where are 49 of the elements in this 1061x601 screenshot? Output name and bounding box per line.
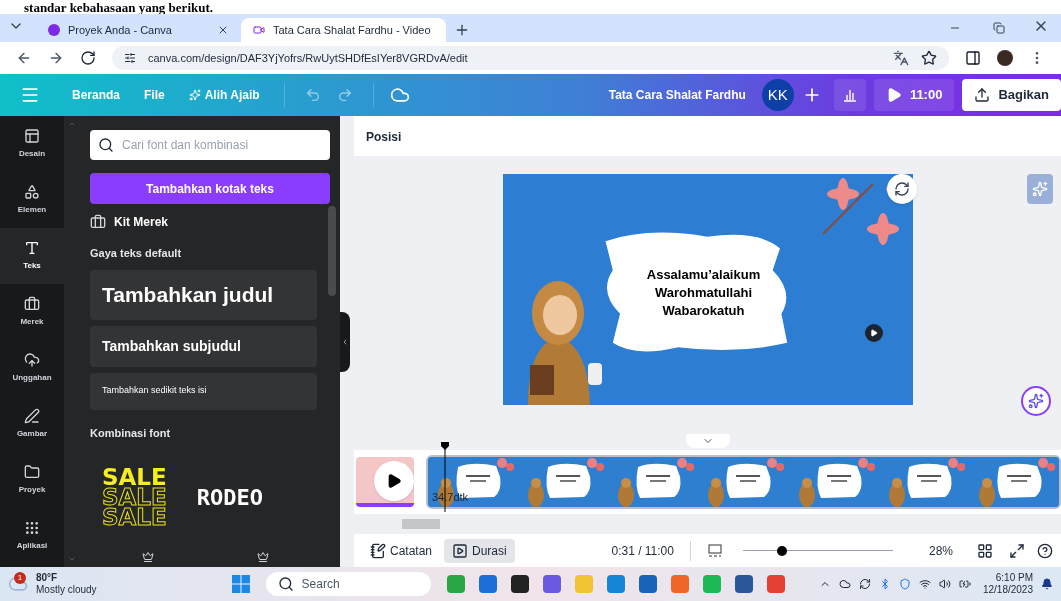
share-button[interactable]: Bagikan — [962, 79, 1061, 111]
slide-text[interactable]: Wabarokatuh — [662, 302, 745, 320]
sidebar-item[interactable]: Elemen — [0, 172, 64, 228]
text-style-option[interactable]: Tambahkan subjudul — [90, 325, 317, 367]
slide[interactable]: Assalamu’alaikum Warohmatullahi Wabarokatuh — [502, 174, 913, 405]
zoom-level: 28% — [928, 542, 953, 560]
slide-text[interactable]: Warohmatullahi — [655, 284, 752, 302]
section-heading: Gaya teks default — [90, 246, 183, 261]
url-text: canva.com/design/DAF3YjYofrs/RwUytSHDfEsIYer8VGRDvA/edit — [148, 50, 469, 66]
search-field[interactable]: Cari font dan kombinasi — [90, 130, 330, 160]
clip-duration: 34.7dtk — [432, 489, 469, 505]
present-button[interactable]: 11:00 — [873, 79, 955, 111]
user-avatar[interactable]: KK — [761, 79, 794, 111]
taskbar-search[interactable]: Search — [265, 572, 431, 596]
add-text-box-button[interactable]: Tambahkan kotak teks — [90, 173, 330, 204]
combination-text: SALE — [102, 467, 167, 487]
video-clip[interactable]: 34.7dtk — [426, 455, 1061, 509]
design-title[interactable]: Tata Cara Shalat Fardhu — [608, 86, 746, 104]
document-text: standar kebahasaan yang berikut. — [24, 1, 214, 14]
weather-condition: Mostly cloudy — [36, 584, 97, 596]
tab-title: Tata Cara Shalat Fardhu - Video — [273, 22, 431, 38]
font-combination[interactable]: SALE SALE SALE — [102, 467, 167, 527]
font-combination[interactable]: RODEO — [196, 480, 263, 514]
sidebar-item[interactable]: Unggahan — [0, 340, 64, 396]
text-style-option[interactable]: Tambahkan judul — [90, 269, 317, 320]
sidebar-item[interactable]: Merek — [0, 284, 64, 340]
position-button[interactable]: Posisi — [366, 128, 402, 146]
sidebar-item[interactable]: Desain — [0, 116, 64, 172]
clock-time: 6:10 PM — [995, 572, 1033, 584]
temperature: 80°F — [36, 572, 59, 584]
footer-button[interactable]: Catatan — [362, 538, 441, 563]
address-bar[interactable]: canva.com/design/DAF3YjYofrs/RwUytSHDfEsIYer8VGRDvA/edit — [112, 46, 949, 70]
section-heading: Kombinasi font — [90, 425, 172, 441]
slide-text[interactable]: Assalamu’alaikum — [646, 266, 761, 284]
browser-tab[interactable]: Proyek Anda - Canva — [36, 18, 241, 42]
sidebar-item[interactable]: Teks — [0, 228, 64, 284]
playback-time: 0:31 / 11:00 — [611, 542, 674, 560]
text-style-option[interactable]: Tambahkan sedikit teks isi — [90, 372, 317, 410]
sidebar-item[interactable]: Gambar — [0, 396, 64, 452]
combination-text: SALE — [102, 487, 167, 507]
browser-tab[interactable]: Tata Cara Shalat Fardhu - Video — [241, 18, 446, 42]
sidebar-item[interactable]: Aplikasi — [0, 508, 64, 564]
clock-date: 12/18/2023 — [982, 584, 1033, 596]
notification-badge: 1 — [14, 572, 26, 584]
combination-text: SALE — [102, 507, 167, 527]
brand-kit-link[interactable]: Kit Merek — [114, 213, 169, 231]
sidebar-item[interactable]: Proyek — [0, 452, 64, 508]
tab-title: Proyek Anda - Canva — [68, 22, 173, 38]
footer-button[interactable]: Durasi — [444, 538, 515, 563]
